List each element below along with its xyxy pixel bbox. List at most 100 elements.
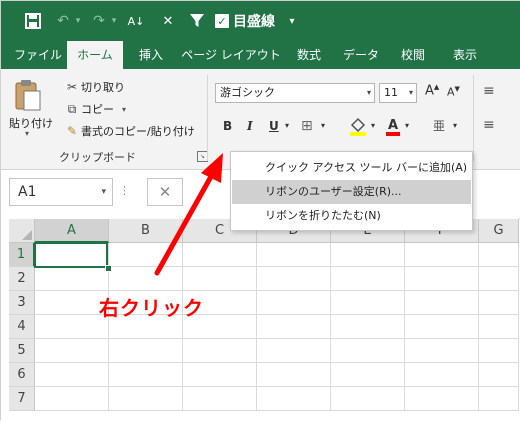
undo-dropdown-icon[interactable]: ▾ <box>73 10 83 32</box>
cancel-entry-icon[interactable]: ✕ <box>147 178 183 206</box>
select-all-corner[interactable] <box>9 219 35 243</box>
font-size-box[interactable]: 11 ▾ <box>379 83 417 103</box>
tab-home[interactable]: ホーム <box>67 41 123 71</box>
grid-cell[interactable] <box>183 339 257 363</box>
format-painter-button[interactable]: ✎ 書式のコピー/貼り付け <box>63 123 195 139</box>
grid-cell[interactable] <box>35 267 109 291</box>
grid-cell[interactable] <box>35 363 109 387</box>
menu-item-customize-ribbon[interactable]: リボンのユーザー設定(R)... <box>232 180 471 204</box>
grid-cell[interactable] <box>479 291 519 315</box>
fill-handle[interactable] <box>105 265 112 272</box>
font-color-dropdown-icon[interactable]: ▾ <box>405 116 409 136</box>
grid-cell[interactable] <box>331 339 405 363</box>
row-header[interactable]: 2 <box>9 267 35 291</box>
redo-dropdown-icon[interactable]: ▾ <box>109 10 119 32</box>
formula-bar-grip-icon[interactable]: ⋮ <box>119 184 130 197</box>
gridline-checkbox[interactable]: ✓ <box>215 14 229 28</box>
grid-cell[interactable] <box>331 291 405 315</box>
row-header[interactable]: 4 <box>9 315 35 339</box>
underline-button[interactable]: U <box>269 116 279 136</box>
paste-dropdown-icon[interactable]: ▾ <box>25 129 29 138</box>
align-top-icon[interactable]: ≡ <box>483 83 495 99</box>
grid-cell[interactable] <box>35 291 109 315</box>
grid-cell[interactable] <box>35 315 109 339</box>
paste-button-label[interactable]: 貼り付け <box>9 115 53 131</box>
grid-cell[interactable] <box>257 243 331 267</box>
row-header[interactable]: 7 <box>9 387 35 411</box>
grid-cell[interactable] <box>257 315 331 339</box>
copy-dropdown-icon[interactable]: ▾ <box>122 105 126 114</box>
copy-button[interactable]: ⧉ コピー ▾ <box>63 101 126 117</box>
grid-cell[interactable] <box>405 243 479 267</box>
grid-cell[interactable] <box>479 243 519 267</box>
row-header[interactable]: 6 <box>9 363 35 387</box>
fill-color-icon[interactable] <box>349 116 367 136</box>
grid-cell[interactable] <box>183 267 257 291</box>
grow-font-icon[interactable]: A▲ <box>425 83 439 98</box>
grid-cell[interactable] <box>109 363 183 387</box>
grid-cell[interactable] <box>405 267 479 291</box>
tab-page-layout[interactable]: ページ レイアウト <box>179 41 283 69</box>
row-header[interactable]: 1 <box>9 243 35 267</box>
grid-cell[interactable] <box>405 363 479 387</box>
tab-review[interactable]: 校閲 <box>391 41 435 69</box>
row-header[interactable]: 5 <box>9 339 35 363</box>
font-name-box[interactable]: 游ゴシック ▾ <box>215 83 375 103</box>
customize-qat-icon[interactable]: ▾ <box>285 10 299 32</box>
column-header[interactable]: G <box>479 219 519 243</box>
italic-button[interactable]: I <box>247 116 253 136</box>
grid-cell[interactable] <box>405 387 479 411</box>
menu-item-collapse-ribbon[interactable]: リボンを折りたたむ(N) <box>232 204 471 228</box>
grid-cell[interactable] <box>109 387 183 411</box>
clear-filter-icon[interactable]: ✕ <box>159 10 177 32</box>
row-header[interactable]: 3 <box>9 291 35 315</box>
borders-icon[interactable]: ⊞ <box>301 116 313 136</box>
grid-cell[interactable] <box>257 267 331 291</box>
grid-cell[interactable] <box>479 267 519 291</box>
borders-dropdown-icon[interactable]: ▾ <box>321 116 325 136</box>
name-box[interactable]: A1 ▾ <box>9 178 113 206</box>
phonetic-dropdown-icon[interactable]: ▾ <box>453 116 457 136</box>
grid-cell[interactable] <box>331 267 405 291</box>
grid-cell[interactable] <box>183 387 257 411</box>
sort-ascending-icon[interactable]: A↓ <box>127 10 145 32</box>
grid-cell[interactable] <box>257 363 331 387</box>
font-color-icon[interactable]: A <box>385 116 401 136</box>
redo-icon[interactable]: ↷ <box>91 10 107 32</box>
chevron-down-icon[interactable]: ▾ <box>367 84 371 102</box>
menu-item-add-to-qat[interactable]: クイック アクセス ツール バーに追加(A) <box>232 156 471 180</box>
tab-formulas[interactable]: 数式 <box>289 41 329 69</box>
grid-cell[interactable] <box>109 339 183 363</box>
grid-cell[interactable] <box>479 387 519 411</box>
fill-color-dropdown-icon[interactable]: ▾ <box>371 116 375 136</box>
grid-cell[interactable] <box>109 243 183 267</box>
bold-button[interactable]: B <box>223 116 232 136</box>
grid-cell[interactable] <box>257 387 331 411</box>
grid-cell[interactable] <box>479 315 519 339</box>
grid-cell[interactable] <box>331 387 405 411</box>
chevron-down-icon[interactable]: ▾ <box>101 179 106 205</box>
grid-cell[interactable] <box>331 243 405 267</box>
grid-cell[interactable] <box>479 339 519 363</box>
column-header[interactable]: B <box>109 219 183 243</box>
grid-cell[interactable] <box>109 267 183 291</box>
undo-icon[interactable]: ↶ <box>55 10 71 32</box>
grid-cell[interactable] <box>35 339 109 363</box>
save-icon[interactable] <box>23 10 43 32</box>
grid-cell[interactable] <box>257 339 331 363</box>
grid-cell[interactable] <box>183 243 257 267</box>
filter-icon[interactable] <box>189 10 205 32</box>
grid-cell[interactable] <box>331 315 405 339</box>
shrink-font-icon[interactable]: A▼ <box>447 85 460 99</box>
grid-cell[interactable] <box>35 387 109 411</box>
phonetic-guide-icon[interactable]: 亜 <box>433 116 445 136</box>
grid-cell[interactable] <box>479 363 519 387</box>
tab-insert[interactable]: 挿入 <box>129 41 173 69</box>
tab-view[interactable]: 表示 <box>443 41 487 69</box>
tab-data[interactable]: データ <box>337 41 385 69</box>
active-cell-a1[interactable] <box>34 242 108 268</box>
chevron-down-icon[interactable]: ▾ <box>409 84 413 102</box>
align-left-icon[interactable]: ≡ <box>483 117 495 133</box>
underline-dropdown-icon[interactable]: ▾ <box>285 116 289 136</box>
grid-cell[interactable] <box>405 339 479 363</box>
